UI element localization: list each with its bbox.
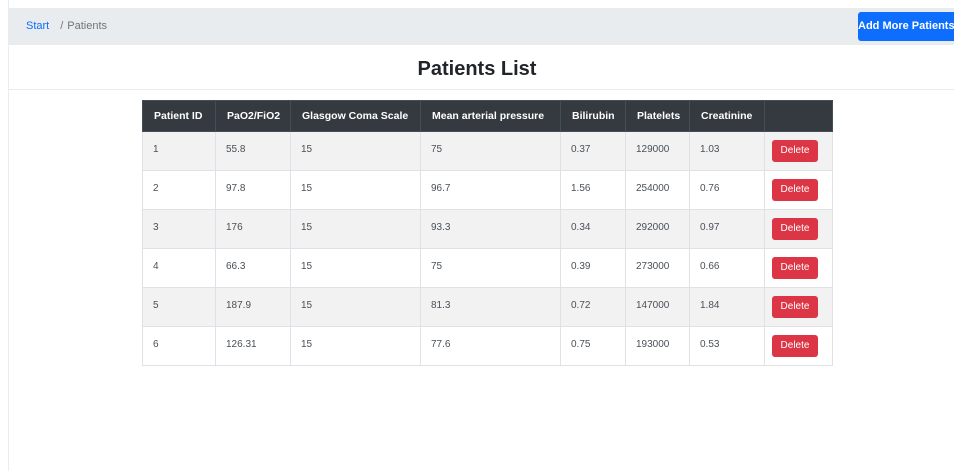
cell-bilirubin: 0.37	[560, 131, 626, 171]
cell-glasgow-coma-scale: 15	[290, 326, 421, 366]
cell-pao2-fio2: 126.31	[215, 326, 291, 366]
cell-creatinine: 0.97	[689, 209, 765, 249]
delete-button[interactable]: Delete	[772, 179, 818, 201]
delete-button[interactable]: Delete	[772, 257, 818, 279]
add-more-patients-button[interactable]: Add More Patients	[858, 12, 954, 41]
column-header-platelets: Platelets	[625, 100, 690, 132]
breadcrumb-start-link[interactable]: Start	[26, 20, 49, 32]
patients-table: Patient ID PaO2/FiO2 Glasgow Coma Scale …	[142, 100, 833, 366]
column-header-bilirubin: Bilirubin	[560, 100, 626, 132]
column-header-actions	[764, 100, 833, 132]
cell-mean-arterial-pressure: 81.3	[420, 287, 561, 327]
cell-creatinine: 0.66	[689, 248, 765, 288]
cell-actions: Delete	[764, 326, 833, 366]
cell-patient-id: 3	[142, 209, 216, 249]
cell-patient-id: 4	[142, 248, 216, 288]
table-row: 2 97.8 15 96.7 1.56 254000 0.76 Delete	[142, 170, 833, 210]
breadcrumb-bar	[9, 8, 954, 45]
cell-bilirubin: 0.75	[560, 326, 626, 366]
cell-actions: Delete	[764, 131, 833, 171]
cell-platelets: 292000	[625, 209, 690, 249]
cell-glasgow-coma-scale: 15	[290, 248, 421, 288]
cell-bilirubin: 0.72	[560, 287, 626, 327]
cell-pao2-fio2: 66.3	[215, 248, 291, 288]
cell-bilirubin: 0.39	[560, 248, 626, 288]
table-row: 4 66.3 15 75 0.39 273000 0.66 Delete	[142, 248, 833, 288]
cell-glasgow-coma-scale: 15	[290, 209, 421, 249]
cell-pao2-fio2: 97.8	[215, 170, 291, 210]
cell-actions: Delete	[764, 248, 833, 288]
delete-button[interactable]: Delete	[772, 335, 818, 357]
cell-actions: Delete	[764, 287, 833, 327]
cell-pao2-fio2: 55.8	[215, 131, 291, 171]
cell-bilirubin: 1.56	[560, 170, 626, 210]
cell-glasgow-coma-scale: 15	[290, 170, 421, 210]
breadcrumb-separator: /	[60, 20, 64, 32]
table-row: 1 55.8 15 75 0.37 129000 1.03 Delete	[142, 131, 833, 171]
cell-glasgow-coma-scale: 15	[290, 287, 421, 327]
cell-bilirubin: 0.34	[560, 209, 626, 249]
cell-creatinine: 0.76	[689, 170, 765, 210]
cell-patient-id: 1	[142, 131, 216, 171]
cell-glasgow-coma-scale: 15	[290, 131, 421, 171]
table-row: 3 176 15 93.3 0.34 292000 0.97 Delete	[142, 209, 833, 249]
cell-creatinine: 1.84	[689, 287, 765, 327]
breadcrumb: Start / Patients	[26, 20, 107, 33]
cell-platelets: 273000	[625, 248, 690, 288]
cell-patient-id: 2	[142, 170, 216, 210]
delete-button[interactable]: Delete	[772, 296, 818, 318]
column-header-glasgow-coma-scale: Glasgow Coma Scale	[290, 100, 421, 132]
column-header-pao2-fio2: PaO2/FiO2	[215, 100, 291, 132]
delete-button[interactable]: Delete	[772, 140, 818, 162]
breadcrumb-current: Patients	[67, 20, 108, 32]
delete-button[interactable]: Delete	[772, 218, 818, 240]
title-divider	[9, 89, 954, 90]
table-row: 6 126.31 15 77.6 0.75 193000 0.53 Delete	[142, 326, 833, 366]
cell-platelets: 254000	[625, 170, 690, 210]
cell-platelets: 129000	[625, 131, 690, 171]
cell-pao2-fio2: 187.9	[215, 287, 291, 327]
cell-pao2-fio2: 176	[215, 209, 291, 249]
page-title: Patients List	[417, 58, 537, 80]
cell-actions: Delete	[764, 170, 833, 210]
table-header-row: Patient ID PaO2/FiO2 Glasgow Coma Scale …	[142, 100, 833, 132]
cell-mean-arterial-pressure: 75	[420, 131, 561, 171]
page: Start / Patients Add More Patients Patient…	[0, 0, 954, 471]
table-row: 5 187.9 15 81.3 0.72 147000 1.84 Delete	[142, 287, 833, 327]
column-header-creatinine: Creatinine	[689, 100, 765, 132]
cell-mean-arterial-pressure: 93.3	[420, 209, 561, 249]
cell-mean-arterial-pressure: 96.7	[420, 170, 561, 210]
cell-creatinine: 0.53	[689, 326, 765, 366]
column-header-mean-arterial-pressure: Mean arterial pressure	[420, 100, 561, 132]
cell-patient-id: 5	[142, 287, 216, 327]
cell-platelets: 193000	[625, 326, 690, 366]
cell-mean-arterial-pressure: 77.6	[420, 326, 561, 366]
cell-platelets: 147000	[625, 287, 690, 327]
cell-creatinine: 1.03	[689, 131, 765, 171]
cell-patient-id: 6	[142, 326, 216, 366]
cell-mean-arterial-pressure: 75	[420, 248, 561, 288]
cell-actions: Delete	[764, 209, 833, 249]
column-header-patient-id: Patient ID	[142, 100, 216, 132]
